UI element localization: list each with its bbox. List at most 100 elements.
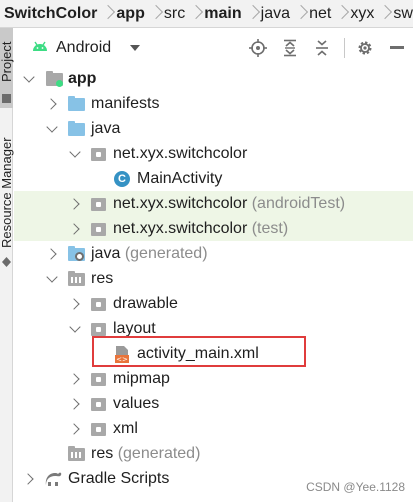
chevron-right-icon[interactable] bbox=[70, 374, 80, 384]
highlight-box bbox=[92, 336, 306, 367]
chevron-down-icon[interactable] bbox=[47, 124, 57, 134]
tree-node-mipmap[interactable]: mipmap bbox=[14, 366, 413, 391]
tree-node-mainactivity[interactable]: C MainActivity bbox=[14, 166, 413, 191]
breadcrumb-item-switchcolor[interactable]: sw bbox=[393, 5, 413, 23]
breadcrumb-item-project[interactable]: SwitchColor bbox=[4, 5, 97, 23]
chevron-right-icon[interactable] bbox=[70, 399, 80, 409]
chevron-right-icon[interactable] bbox=[47, 249, 57, 259]
generated-suffix: (generated) bbox=[124, 244, 208, 262]
folder-icon bbox=[68, 95, 86, 112]
chevron-right-icon[interactable] bbox=[47, 99, 57, 109]
tree-label: java bbox=[91, 119, 121, 137]
tree-node-values[interactable]: values bbox=[14, 391, 413, 416]
tree-node-java-generated[interactable]: java (generated) bbox=[14, 241, 413, 266]
breadcrumb-item-src[interactable]: src bbox=[164, 5, 185, 23]
tree-node-package-androidtest[interactable]: net.xyx.switchcolor (androidTest) bbox=[14, 191, 413, 216]
chevron-right-icon bbox=[151, 4, 158, 24]
chevron-down-icon[interactable] bbox=[70, 324, 80, 334]
folder-name: java bbox=[91, 244, 121, 262]
chevron-right-icon[interactable] bbox=[70, 199, 80, 209]
tree-label: manifests bbox=[91, 94, 160, 112]
breadcrumb-item-xyx[interactable]: xyx bbox=[350, 5, 374, 23]
tree-label: net.xyx.switchcolor (test) bbox=[113, 220, 288, 238]
tree-node-res-generated[interactable]: res (generated) bbox=[14, 441, 413, 466]
tree-label: mipmap bbox=[113, 369, 170, 387]
chevron-right-icon bbox=[296, 4, 303, 24]
chevron-right-icon[interactable] bbox=[24, 474, 34, 484]
package-name: net.xyx.switchcolor bbox=[113, 219, 248, 237]
package-name: net.xyx.switchcolor bbox=[113, 194, 248, 212]
tree-label: values bbox=[113, 394, 160, 412]
chevron-right-icon bbox=[103, 4, 110, 24]
resource-manager-tool-tab[interactable]: Resource Manager bbox=[0, 124, 14, 254]
tree-label: layout bbox=[113, 319, 156, 337]
collapse-all-icon[interactable] bbox=[312, 38, 332, 58]
breadcrumb-item-java[interactable]: java bbox=[261, 5, 290, 23]
chevron-right-icon bbox=[191, 4, 198, 24]
tree-node-drawable[interactable]: drawable bbox=[14, 291, 413, 316]
chevron-right-icon[interactable] bbox=[70, 299, 80, 309]
chevron-right-icon bbox=[248, 4, 255, 24]
chevron-down-icon[interactable] bbox=[70, 149, 80, 159]
resource-folder-icon bbox=[68, 445, 86, 462]
settings-icon[interactable] bbox=[355, 38, 375, 58]
source-folder-icon bbox=[68, 120, 86, 137]
resource-manager-icon bbox=[2, 257, 11, 267]
package-icon bbox=[91, 221, 109, 237]
hide-icon[interactable] bbox=[387, 38, 407, 58]
tree-node-java[interactable]: java bbox=[14, 116, 413, 141]
tree-label: Gradle Scripts bbox=[68, 469, 170, 487]
locate-icon[interactable] bbox=[248, 38, 268, 58]
chevron-down-icon[interactable] bbox=[130, 45, 140, 51]
tree-node-package-main[interactable]: net.xyx.switchcolor bbox=[14, 141, 413, 166]
tree-node-manifests[interactable]: manifests bbox=[14, 91, 413, 116]
toolbar-divider bbox=[344, 38, 345, 58]
chevron-down-icon[interactable] bbox=[47, 274, 57, 284]
package-icon bbox=[91, 296, 109, 312]
tree-label: app bbox=[68, 69, 97, 87]
tree-node-package-test[interactable]: net.xyx.switchcolor (test) bbox=[14, 216, 413, 241]
watermark: CSDN @Yee.1128 bbox=[306, 480, 405, 494]
tree-node-xml[interactable]: xml bbox=[14, 416, 413, 441]
chevron-down-icon[interactable] bbox=[24, 74, 34, 84]
class-icon: C bbox=[114, 170, 132, 187]
view-selector[interactable]: Android bbox=[56, 39, 111, 57]
breadcrumb-item-main[interactable]: main bbox=[204, 5, 241, 23]
tree-node-res[interactable]: res bbox=[14, 266, 413, 291]
package-icon bbox=[91, 421, 109, 437]
tree-label: res bbox=[91, 269, 114, 287]
tree-label: java (generated) bbox=[91, 245, 208, 263]
resource-folder-icon bbox=[68, 270, 86, 287]
tree-label: xml bbox=[113, 419, 138, 437]
package-icon bbox=[91, 371, 109, 387]
project-tab-label: Project bbox=[0, 41, 14, 82]
chevron-right-icon[interactable] bbox=[70, 424, 80, 434]
expand-all-icon[interactable] bbox=[280, 38, 300, 58]
project-view-toolbar: Android bbox=[14, 30, 413, 66]
tree-label: drawable bbox=[113, 294, 178, 312]
breadcrumb-item-module[interactable]: app bbox=[116, 5, 144, 23]
tree-label: net.xyx.switchcolor (androidTest) bbox=[113, 195, 345, 213]
generated-suffix: (generated) bbox=[117, 444, 201, 462]
resource-manager-tab-label: Resource Manager bbox=[0, 137, 14, 248]
tree-label: net.xyx.switchcolor bbox=[113, 144, 248, 162]
gradle-icon bbox=[45, 471, 63, 487]
android-icon bbox=[33, 41, 47, 51]
chevron-right-icon bbox=[380, 4, 387, 24]
tool-window-strip: Project Resource Manager bbox=[0, 28, 14, 502]
folder-name: res bbox=[91, 444, 114, 462]
breadcrumb: SwitchColor app src main java net xyx sw bbox=[0, 0, 413, 28]
tree-label: res (generated) bbox=[91, 445, 200, 463]
tree-node-app[interactable]: app bbox=[14, 66, 413, 91]
chevron-right-icon[interactable] bbox=[70, 224, 80, 234]
package-icon bbox=[91, 196, 109, 212]
source-set-suffix: (androidTest) bbox=[251, 194, 346, 212]
package-icon bbox=[91, 396, 109, 412]
package-icon bbox=[91, 146, 109, 162]
chevron-right-icon bbox=[337, 4, 344, 24]
package-icon bbox=[91, 321, 109, 337]
generated-folder-icon bbox=[68, 245, 86, 262]
source-set-suffix: (test) bbox=[251, 219, 289, 237]
breadcrumb-item-net[interactable]: net bbox=[309, 5, 331, 23]
tree-label: MainActivity bbox=[137, 169, 223, 187]
